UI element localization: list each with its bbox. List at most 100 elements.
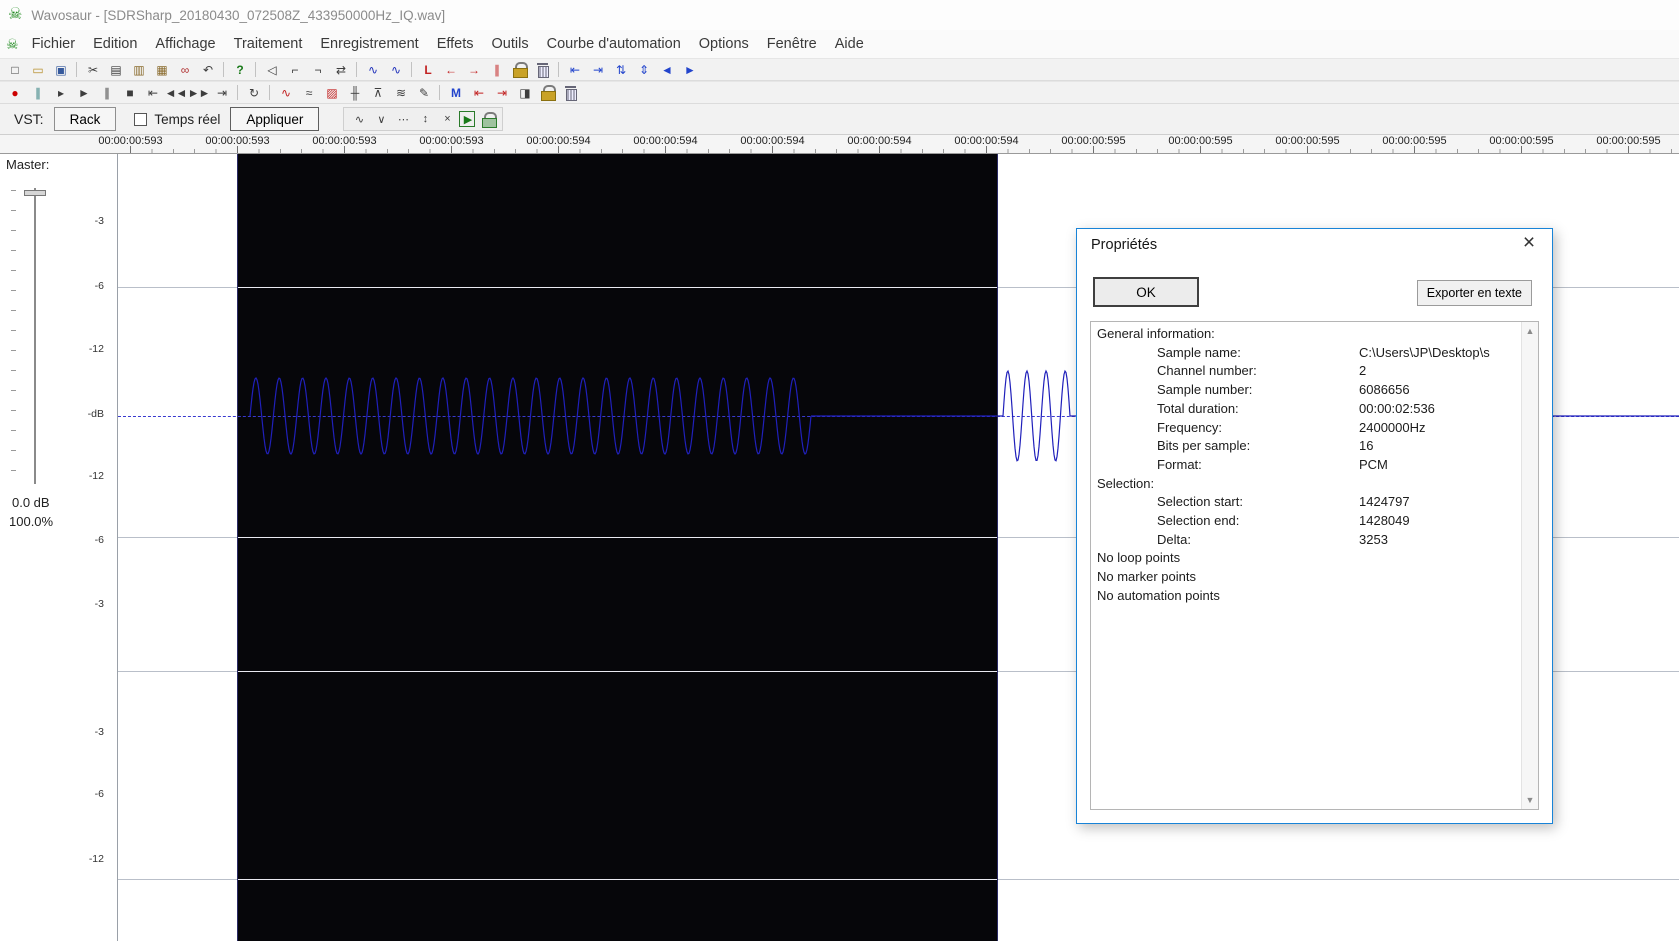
zoom-in-h-icon[interactable]: ⇥: [587, 60, 608, 79]
selection-start-arrow-icon[interactable]: ←: [440, 60, 461, 79]
menu-item[interactable]: Outils: [483, 36, 538, 52]
cut-icon[interactable]: ✂: [82, 60, 103, 79]
prev-view-icon[interactable]: ◄: [656, 60, 677, 79]
property-label: Delta:: [1157, 531, 1191, 547]
property-value: [1359, 568, 1521, 587]
property-value: 2: [1359, 363, 1367, 379]
menu-item[interactable]: Effets: [428, 36, 483, 52]
db-scale-label: -12: [88, 470, 104, 482]
property-row: No marker points: [1097, 568, 1521, 587]
zoom-full-icon[interactable]: ⇕: [633, 60, 654, 79]
trash-icon[interactable]: [560, 83, 581, 102]
property-label: Sample name:: [1157, 344, 1241, 360]
menu-item[interactable]: Fenêtre: [758, 36, 826, 52]
new-file-icon[interactable]: □: [4, 60, 25, 79]
play-icon[interactable]: ►: [73, 83, 94, 102]
marker-tool-icon[interactable]: ⊼: [367, 83, 388, 102]
go-end-icon[interactable]: ⇥: [211, 83, 232, 102]
audio-tool-icon-1[interactable]: ◁: [261, 60, 282, 79]
undo-icon[interactable]: ↶: [197, 60, 218, 79]
property-row: Delta: 3253: [1097, 531, 1521, 550]
marker-manager-icon[interactable]: M: [445, 83, 466, 102]
loop-marker-icon[interactable]: L: [417, 60, 438, 79]
property-row: Sample name: C:\Users\JP\Desktop\s: [1097, 344, 1521, 363]
property-value: 00:00:02:536: [1359, 400, 1435, 416]
property-label: No automation points: [1097, 587, 1220, 603]
lock-loop-icon[interactable]: [509, 60, 530, 79]
properties-panel: General information: Sample name: C:\Use…: [1090, 321, 1539, 810]
audio-tool-icon-3[interactable]: ¬: [307, 60, 328, 79]
stop-icon[interactable]: ■: [119, 83, 140, 102]
ok-button[interactable]: OK: [1093, 277, 1199, 307]
master-slider[interactable]: [24, 188, 46, 484]
pencil-icon[interactable]: ✎: [413, 83, 434, 102]
menu-item[interactable]: Edition: [84, 36, 146, 52]
automation-delete-icon[interactable]: ×: [437, 110, 456, 129]
audio-tool-icon-2[interactable]: ⌐: [284, 60, 305, 79]
pause-alt-icon[interactable]: ∥: [27, 83, 48, 102]
menu-item[interactable]: Enregistrement: [311, 36, 427, 52]
master-label: Master:: [6, 157, 50, 172]
selection-region[interactable]: [237, 154, 997, 941]
automation-lock-icon[interactable]: [478, 110, 498, 129]
channel-mode-icon[interactable]: ◨: [514, 83, 535, 102]
timeline-ruler[interactable]: 00:00:00:593 00:00:00:593 00:00:00:593 00:0…: [0, 135, 1679, 154]
save-icon[interactable]: ▣: [50, 60, 71, 79]
pause-icon[interactable]: ∥: [96, 83, 117, 102]
menu-item[interactable]: Options: [690, 36, 758, 52]
master-slider-handle[interactable]: [24, 190, 46, 196]
go-start-icon[interactable]: ⇤: [142, 83, 163, 102]
record-icon[interactable]: ●: [4, 83, 25, 102]
rewind-icon[interactable]: ◄◄: [165, 83, 188, 102]
crop-start-icon[interactable]: ⇤: [468, 83, 489, 102]
help-icon[interactable]: ?: [229, 60, 250, 79]
zoom-out-h-icon[interactable]: ⇤: [564, 60, 585, 79]
automation-play-icon[interactable]: ▶: [459, 111, 476, 127]
selection-end-arrow-icon[interactable]: →: [463, 60, 484, 79]
wave-stats-icon[interactable]: ≋: [390, 83, 411, 102]
view-selection-wave-icon[interactable]: ∿: [385, 60, 406, 79]
open-file-icon[interactable]: ▭: [27, 60, 48, 79]
smooth-icon[interactable]: ≈: [298, 83, 319, 102]
view-all-wave-icon[interactable]: ∿: [362, 60, 383, 79]
menu-item[interactable]: Courbe d'automation: [538, 36, 690, 52]
loop-paste-icon[interactable]: ∞: [174, 60, 195, 79]
zoom-vertical-icon[interactable]: ⇅: [610, 60, 631, 79]
copy-icon[interactable]: ▤: [105, 60, 126, 79]
selection-right-edge[interactable]: [997, 154, 998, 941]
apply-button[interactable]: Appliquer: [230, 107, 320, 131]
spectrum-icon[interactable]: ▨: [321, 83, 342, 102]
paste-icon[interactable]: ▥: [128, 60, 149, 79]
audio-tool-icon-4[interactable]: ⇄: [330, 60, 351, 79]
rack-button[interactable]: Rack: [53, 107, 117, 131]
document-system-icon[interactable]: ☠: [6, 37, 19, 51]
property-row: No loop points: [1097, 549, 1521, 568]
play-tool-icon[interactable]: ∿: [275, 83, 296, 102]
automation-points-icon[interactable]: ⋯: [393, 110, 412, 129]
close-icon[interactable]: ×: [1516, 231, 1542, 255]
paste-insert-icon[interactable]: ▦: [151, 60, 172, 79]
menu-item[interactable]: Aide: [826, 36, 873, 52]
automation-scale-icon[interactable]: ↕: [415, 110, 434, 129]
automation-curve-icon[interactable]: ∿: [349, 110, 368, 129]
next-view-icon[interactable]: ►: [679, 60, 700, 79]
menu-item[interactable]: Traitement: [225, 36, 312, 52]
insert-marker-icon[interactable]: ╫: [344, 83, 365, 102]
selection-left-edge[interactable]: [237, 154, 238, 941]
dialog-scrollbar[interactable]: ▲ ▼: [1521, 322, 1538, 809]
export-button[interactable]: Exporter en texte: [1416, 280, 1532, 306]
menu-item[interactable]: Fichier: [23, 36, 85, 52]
crop-end-icon[interactable]: ⇥: [491, 83, 512, 102]
automation-check-icon[interactable]: ∨: [371, 110, 390, 129]
loop-playback-icon[interactable]: ↻: [243, 83, 264, 102]
scroll-down-icon[interactable]: ▼: [1522, 795, 1538, 805]
markers-icon[interactable]: ∥: [486, 60, 507, 79]
scroll-up-icon[interactable]: ▲: [1522, 326, 1538, 336]
play-selection-icon[interactable]: ▸: [50, 83, 71, 102]
menu-item[interactable]: Affichage: [146, 36, 224, 52]
forward-icon[interactable]: ►►: [188, 83, 211, 102]
delete-markers-icon[interactable]: [532, 60, 553, 79]
lock-icon[interactable]: [537, 83, 558, 102]
property-label: Selection start:: [1157, 494, 1243, 510]
realtime-checkbox[interactable]: [134, 112, 148, 126]
